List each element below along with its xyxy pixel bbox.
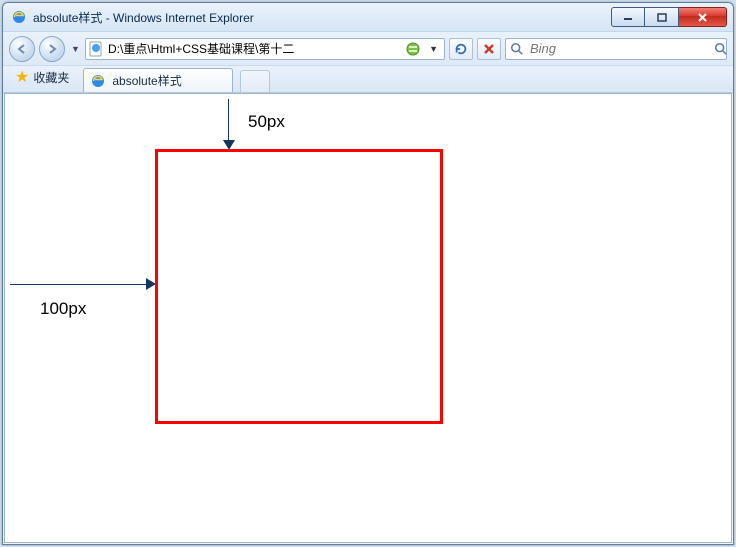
tab-active[interactable]: absolute样式 [83,68,233,92]
maximize-button[interactable] [645,7,679,27]
favorites-label: 收藏夹 [33,69,69,86]
top-offset-label: 50px [248,112,285,132]
arrow-right-icon [46,43,58,55]
top-offset-arrow-line [228,99,229,144]
new-tab-button[interactable] [240,70,270,92]
forward-button[interactable] [39,36,65,62]
refresh-icon [454,42,468,56]
search-go-icon[interactable] [714,42,728,56]
search-box[interactable]: ▾ [505,38,727,60]
tab-label: absolute样式 [112,72,181,89]
page-icon [88,41,104,57]
close-button[interactable] [679,7,727,27]
left-offset-label: 100px [40,299,86,319]
window-frame: absolute样式 - Windows Internet Explorer ▼ [2,2,734,545]
url-input[interactable] [108,42,401,56]
compatibility-icon[interactable] [405,41,421,57]
window-title: absolute样式 - Windows Internet Explorer [33,9,611,26]
minimize-button[interactable] [611,7,645,27]
page-viewport: 50px 100px [4,93,732,543]
title-bar: absolute样式 - Windows Internet Explorer [3,3,733,31]
ie-icon [11,9,27,25]
minimize-icon [623,13,633,21]
ie-icon [90,73,106,89]
search-input[interactable] [530,41,708,56]
page-content: 50px 100px [5,94,731,542]
search-icon [510,42,524,56]
nav-history-dropdown[interactable]: ▼ [69,44,81,54]
tabs-toolbar: ★ 收藏夹 absolute样式 [3,65,733,93]
back-button[interactable] [9,36,35,62]
refresh-button[interactable] [449,38,473,60]
left-offset-arrow-line [10,284,150,285]
close-icon [697,12,708,23]
absolute-positioned-box [155,149,443,424]
navigation-toolbar: ▼ ▼ [3,31,733,65]
window-controls [611,7,727,27]
address-bar[interactable]: ▼ [85,38,445,60]
stop-x-icon [483,43,495,55]
maximize-icon [657,13,667,22]
arrow-left-icon [16,43,28,55]
stop-button[interactable] [477,38,501,60]
favorites-button[interactable]: ★ 收藏夹 [9,65,75,92]
address-dropdown-icon[interactable]: ▼ [425,44,442,54]
star-icon: ★ [15,70,29,86]
